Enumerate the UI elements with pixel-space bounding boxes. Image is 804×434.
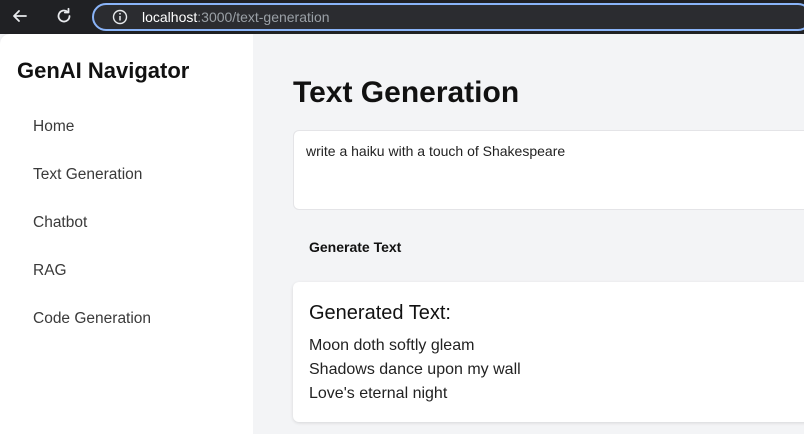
sidebar-item-chatbot[interactable]: Chatbot [33, 214, 87, 232]
url-path: :3000/text-generation [197, 9, 330, 25]
sidebar-item-rag[interactable]: RAG [33, 262, 67, 280]
sidebar-item-code-generation[interactable]: Code Generation [33, 310, 151, 328]
result-line: Love's eternal night [309, 385, 448, 402]
sidebar-item-home[interactable]: Home [33, 118, 74, 136]
result-card: Generated Text: Moon doth softly gleam S… [293, 282, 804, 422]
result-line: Moon doth softly gleam [309, 337, 475, 354]
main-content: Text Generation write a haiku with a tou… [253, 34, 804, 434]
address-bar[interactable]: localhost:3000/text-generation [92, 3, 804, 31]
url-host: localhost [142, 9, 198, 25]
browser-toolbar: localhost:3000/text-generation [0, 0, 804, 34]
result-line: Shadows dance upon my wall [309, 361, 521, 378]
reload-icon[interactable] [53, 5, 75, 27]
url-text: localhost:3000/text-generation [142, 9, 330, 25]
info-icon[interactable] [112, 9, 128, 25]
page-title: Text Generation [293, 76, 520, 109]
sidebar: GenAI Navigator Home Text Generation Cha… [0, 34, 253, 434]
prompt-input[interactable]: write a haiku with a touch of Shakespear… [293, 130, 804, 210]
brand-title: GenAI Navigator [17, 58, 190, 83]
generate-text-button[interactable]: Generate Text [309, 239, 401, 255]
result-heading: Generated Text: [309, 302, 451, 324]
back-arrow-icon[interactable] [9, 5, 31, 27]
sidebar-item-text-generation[interactable]: Text Generation [33, 166, 142, 184]
